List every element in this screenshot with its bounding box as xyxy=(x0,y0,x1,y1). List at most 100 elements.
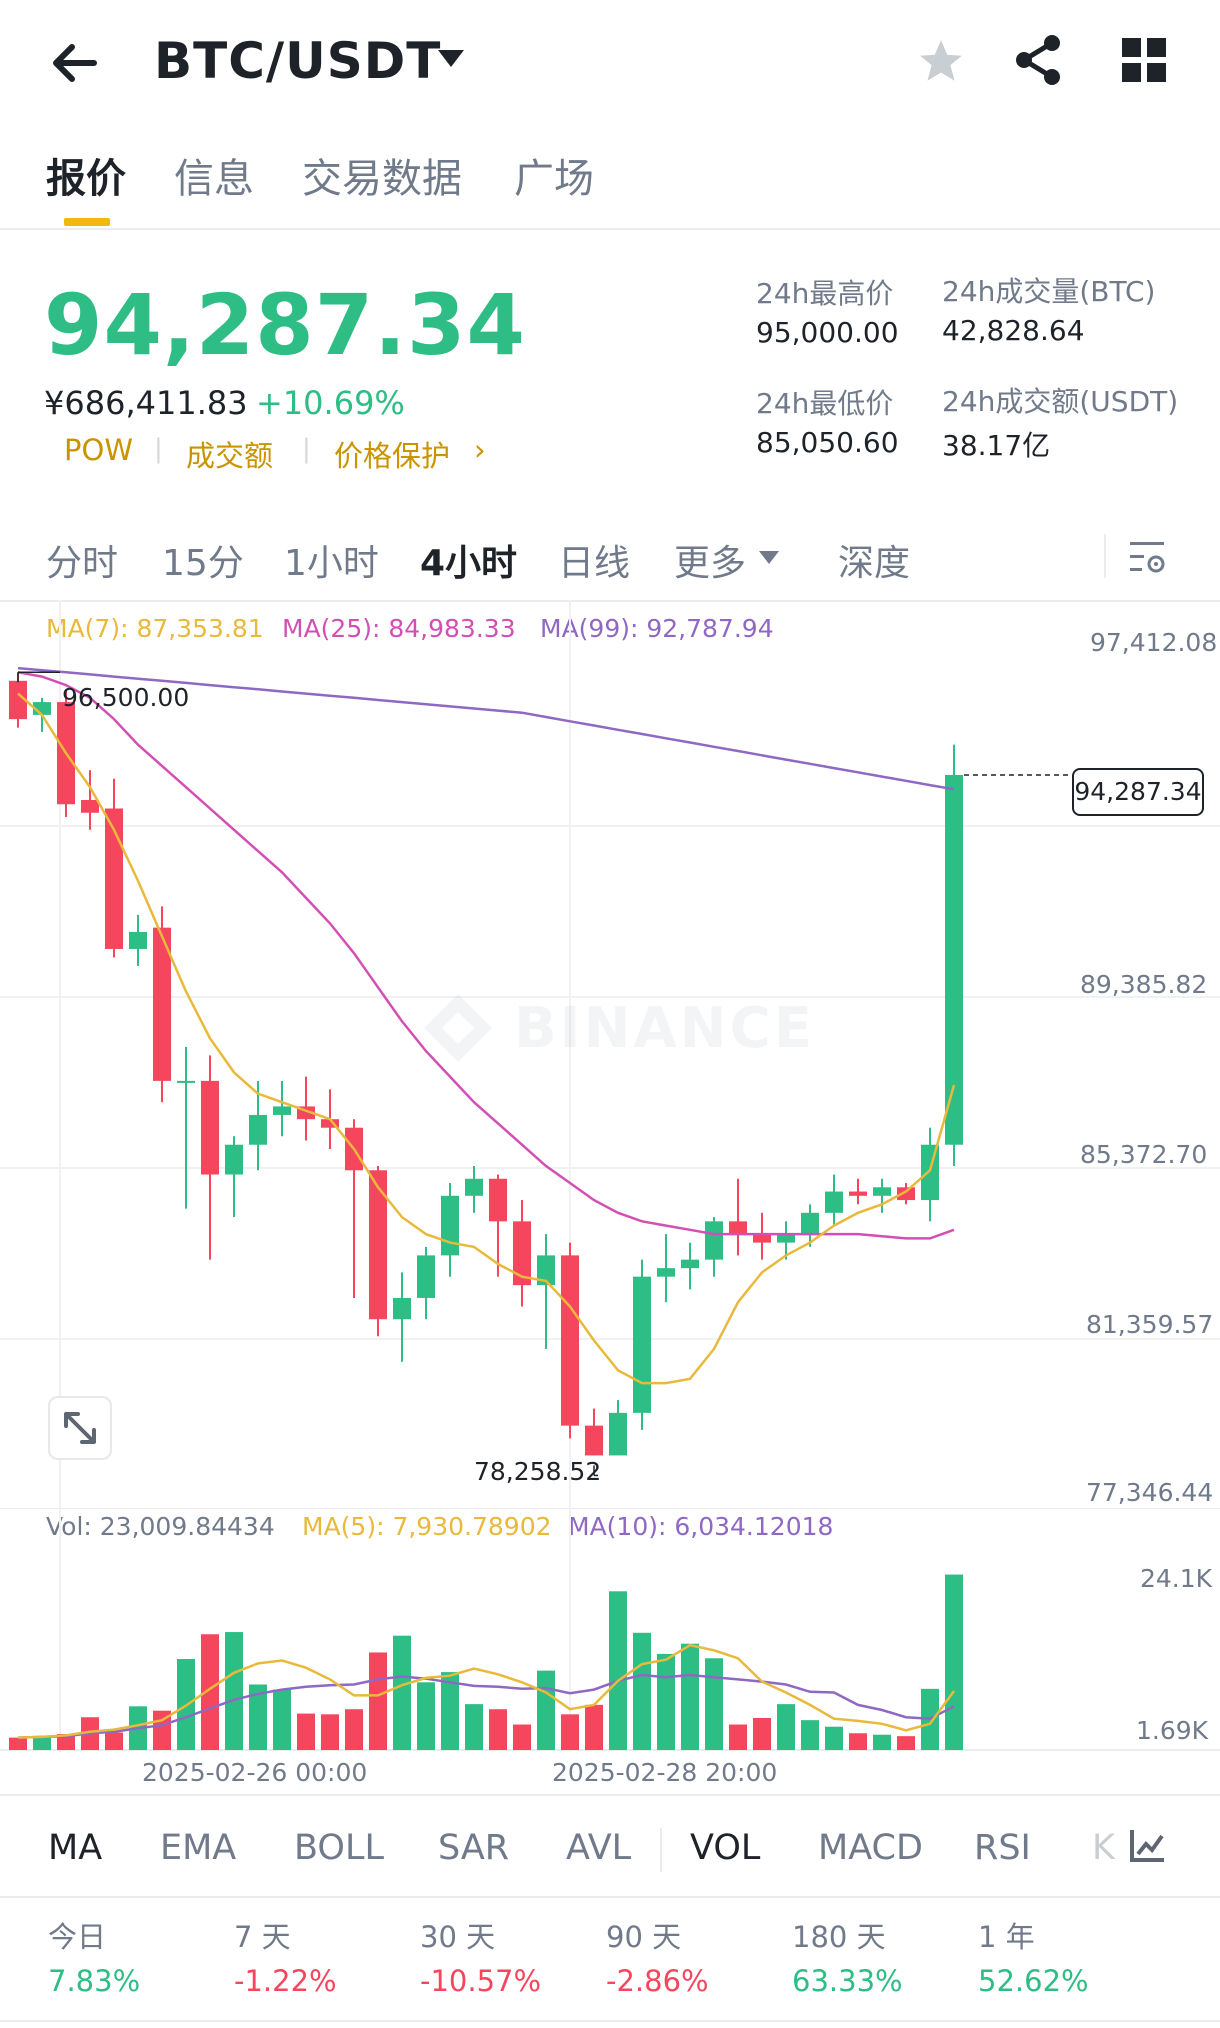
low-mark-label: 78,258.52 xyxy=(474,1457,602,1486)
interval-depth[interactable]: 深度 xyxy=(838,534,910,586)
indicator-rsi[interactable]: RSI xyxy=(974,1828,1031,1868)
volume-bar xyxy=(9,1737,27,1750)
volume-bar xyxy=(33,1736,51,1750)
indicator-settings-icon[interactable] xyxy=(1128,1826,1168,1870)
time-axis-label: 2025-02-26 00:00 xyxy=(142,1758,368,1787)
volume-bar xyxy=(729,1724,747,1750)
candle-body xyxy=(81,799,99,813)
interval-15m[interactable]: 15分 xyxy=(162,534,244,586)
candle-body xyxy=(753,1234,771,1243)
volume-bar xyxy=(681,1643,699,1750)
share-icon[interactable] xyxy=(1014,34,1064,90)
vol-btc-label: 24h成交量(BTC) xyxy=(942,275,1156,308)
volume-bar xyxy=(345,1709,363,1750)
binance-logo-icon xyxy=(424,994,492,1062)
indicator-boll[interactable]: BOLL xyxy=(294,1828,384,1868)
indicator-sar[interactable]: SAR xyxy=(438,1828,509,1868)
candle-body xyxy=(777,1234,795,1243)
candle-body xyxy=(417,1255,435,1298)
pair-dropdown-icon[interactable] xyxy=(436,48,466,74)
indicator-avl[interactable]: AVL xyxy=(566,1828,631,1868)
last-price-tag: 94,287.34 xyxy=(1072,768,1204,816)
watermark-text: BINANCE xyxy=(514,995,815,1061)
candle-body xyxy=(921,1144,939,1201)
back-button[interactable] xyxy=(44,38,104,88)
candle-body xyxy=(609,1412,627,1456)
volume-bar xyxy=(801,1720,819,1750)
tag-price-protection[interactable]: 价格保护 xyxy=(334,433,450,475)
volume-bar xyxy=(897,1736,915,1750)
volume-bar xyxy=(321,1714,339,1750)
candle-body xyxy=(393,1297,411,1320)
candle-body xyxy=(561,1255,579,1426)
indicator-ema[interactable]: EMA xyxy=(160,1828,236,1868)
perf-period-label: 90 天 xyxy=(606,1920,682,1954)
indicator-k[interactable]: K xyxy=(1092,1828,1115,1868)
bottom-divider xyxy=(0,2020,1220,2022)
chart-settings-icon[interactable] xyxy=(1128,538,1168,582)
indicator-ma[interactable]: MA xyxy=(48,1828,102,1868)
pair-title[interactable]: BTC/USDT xyxy=(154,32,441,90)
candle-body xyxy=(873,1187,891,1196)
indicator-vol[interactable]: VOL xyxy=(690,1828,760,1868)
interval-more[interactable]: 更多 xyxy=(674,534,746,586)
interval-time[interactable]: 分时 xyxy=(46,534,118,586)
volume-bar xyxy=(945,1574,963,1750)
interval-1d[interactable]: 日线 xyxy=(558,534,630,586)
cny-price: ¥686,411.83 xyxy=(44,384,248,422)
candle-body xyxy=(705,1221,723,1260)
volume-bar xyxy=(633,1632,651,1750)
tab-trading-data[interactable]: 交易数据 xyxy=(302,146,462,204)
volume-bar xyxy=(393,1635,411,1750)
tag-volume[interactable]: 成交额 xyxy=(186,433,273,475)
volume-bar xyxy=(585,1704,603,1750)
interval-1h[interactable]: 1小时 xyxy=(284,534,379,586)
volume-bar xyxy=(705,1658,723,1750)
perf-period-value: -10.57% xyxy=(420,1964,542,1998)
volume-bar xyxy=(273,1689,291,1750)
tag-pow[interactable]: POW xyxy=(64,433,133,467)
more-dropdown-icon[interactable] xyxy=(758,550,780,570)
favorite-star-icon[interactable] xyxy=(916,36,966,90)
candle-body xyxy=(657,1268,675,1277)
back-arrow-icon xyxy=(53,44,97,82)
grid-menu-icon[interactable] xyxy=(1120,36,1168,88)
candle-body xyxy=(201,1080,219,1175)
tab-info[interactable]: 信息 xyxy=(174,146,254,204)
volume-bar xyxy=(297,1713,315,1750)
volume-bar xyxy=(825,1726,843,1750)
chevron-right-icon[interactable]: › xyxy=(474,433,486,467)
volume-bar xyxy=(849,1733,867,1750)
price-change: +10.69% xyxy=(256,384,405,422)
candle-body xyxy=(585,1425,603,1456)
candle-body xyxy=(849,1191,867,1196)
perf-period-label: 今日 xyxy=(48,1920,107,1954)
volume-chart[interactable] xyxy=(0,1508,1220,1752)
tab-square[interactable]: 广场 xyxy=(514,146,594,204)
volume-bar xyxy=(561,1714,579,1750)
expand-chart-button[interactable] xyxy=(48,1396,112,1460)
candle-body xyxy=(681,1259,699,1269)
tag-separator: | xyxy=(154,434,163,464)
perf-period-value: 7.83% xyxy=(48,1964,141,1998)
volume-bar xyxy=(537,1670,555,1750)
perf-top-divider xyxy=(0,1896,1220,1898)
binance-watermark: BINANCE xyxy=(420,990,815,1066)
interval-4h[interactable]: 4小时 xyxy=(420,534,517,586)
indicator-top-divider xyxy=(0,1794,1220,1796)
candle-body xyxy=(825,1191,843,1213)
last-price: 94,287.34 xyxy=(44,276,526,374)
high-24h-label: 24h最高价 xyxy=(756,277,894,310)
candle-body xyxy=(225,1144,243,1175)
tab-active-indicator xyxy=(64,218,110,226)
vol-usdt-value: 38.17亿 xyxy=(942,429,1051,462)
tabs-divider xyxy=(0,228,1220,230)
volume-bar xyxy=(657,1653,675,1750)
volume-bar xyxy=(753,1717,771,1750)
volume-bar xyxy=(489,1709,507,1750)
vol-btc-value: 42,828.64 xyxy=(942,314,1085,347)
perf-period-label: 180 天 xyxy=(792,1920,886,1954)
tab-quote[interactable]: 报价 xyxy=(46,146,126,204)
indicator-macd[interactable]: MACD xyxy=(818,1828,923,1868)
perf-period-value: 63.33% xyxy=(792,1964,903,1998)
